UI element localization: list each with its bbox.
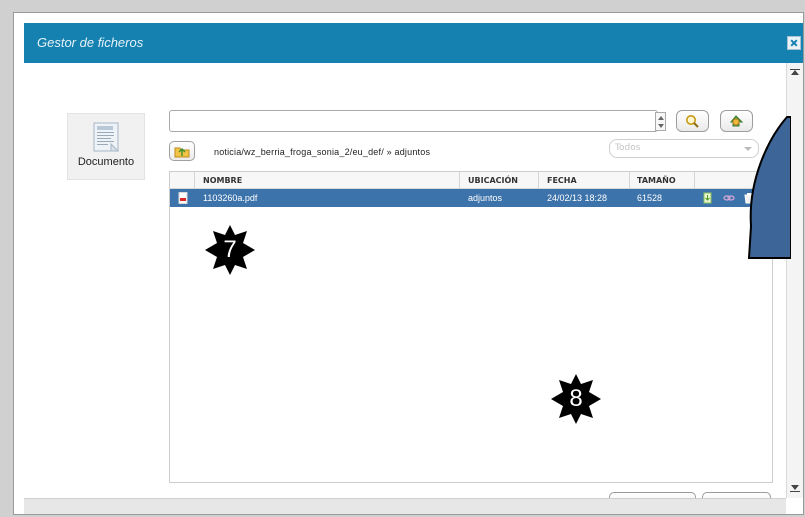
- dialog-content: Documento noticia/wz_berria_froga_sonia_…: [24, 63, 786, 514]
- current-path: noticia/wz_berria_froga_sonia_2/eu_def/ …: [214, 147, 431, 157]
- column-separator: [459, 172, 460, 188]
- download-icon[interactable]: [703, 192, 713, 204]
- column-separator: [694, 172, 695, 188]
- search-input[interactable]: [169, 110, 658, 132]
- up-folder-button[interactable]: [169, 141, 195, 161]
- document-label: Documento: [77, 156, 135, 168]
- column-size-header[interactable]: TAMAÑO: [637, 176, 676, 185]
- search-spinner[interactable]: [655, 112, 666, 131]
- callout-number: 8: [569, 385, 583, 412]
- document-type-card[interactable]: Documento: [67, 113, 145, 180]
- annotation-callout-8: 8: [550, 373, 602, 425]
- folder-up-icon: [174, 147, 190, 158]
- column-separator: [538, 172, 539, 188]
- scroll-up-icon[interactable]: [790, 68, 800, 78]
- callout-number: 7: [223, 236, 237, 263]
- file-name: 1103260a.pdf: [203, 193, 258, 203]
- file-list: NOMBRE UBICACIÓN FECHA TAMAÑO 1103260a.p…: [169, 171, 773, 483]
- table-header: NOMBRE UBICACIÓN FECHA TAMAÑO: [170, 172, 772, 189]
- file-size: 61528: [637, 193, 663, 203]
- bottom-strip: [24, 498, 786, 514]
- search-button[interactable]: [676, 110, 709, 132]
- pdf-file-icon: [178, 192, 188, 204]
- scroll-line: [790, 491, 800, 492]
- column-separator: [629, 172, 630, 188]
- dialog-title: Gestor de ficheros: [37, 35, 144, 50]
- column-location-header[interactable]: UBICACIÓN: [468, 176, 518, 185]
- annotation-callout-7: 7: [204, 224, 256, 276]
- column-separator: [194, 172, 195, 188]
- filter-value: Todos: [615, 143, 641, 153]
- column-name-header[interactable]: NOMBRE: [203, 176, 242, 185]
- quote-shape: [747, 116, 791, 259]
- table-row[interactable]: 1103260a.pdf adjuntos 24/02/13 18:28 615…: [170, 189, 772, 207]
- file-manager-dialog: Gestor de ficheros Documento noticia/wz_…: [13, 12, 804, 515]
- close-button[interactable]: [787, 36, 801, 50]
- search-icon: [686, 115, 699, 128]
- column-date-header[interactable]: FECHA: [547, 176, 577, 185]
- file-date: 24/02/13 18:28: [547, 193, 608, 203]
- file-location: adjuntos: [468, 193, 503, 203]
- document-icon: [93, 122, 120, 152]
- title-bar: Gestor de ficheros: [24, 23, 803, 63]
